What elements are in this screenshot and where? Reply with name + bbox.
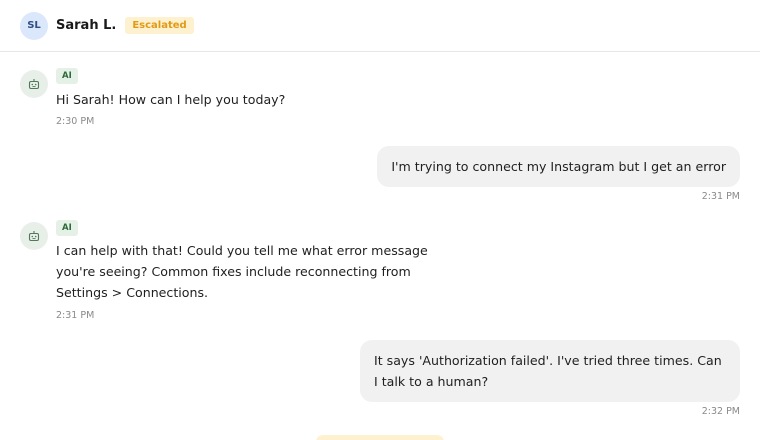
- message-timestamp: 2:31 PM: [56, 310, 95, 321]
- contact-name: Sarah L.: [56, 18, 117, 33]
- user-message-text: I'm trying to connect my Instagram but I…: [391, 159, 726, 174]
- message-timestamp: 2:31 PM: [701, 191, 740, 202]
- ai-message-text: Hi Sarah! How can I help you today?: [56, 92, 286, 107]
- escalation-notice: [316, 435, 444, 440]
- ai-message-text: I can help with that! Could you tell me …: [56, 243, 428, 300]
- user-message-bubble: I'm trying to connect my Instagram but I…: [377, 146, 740, 187]
- robot-icon: [20, 222, 48, 250]
- robot-icon: [20, 70, 48, 98]
- status-badge: Escalated: [125, 17, 194, 34]
- message-timestamp: 2:30 PM: [56, 116, 95, 127]
- message-timestamp: 2:32 PM: [701, 406, 740, 417]
- conversation-header: SL Sarah L. Escalated: [0, 0, 760, 52]
- avatar[interactable]: SL: [20, 11, 48, 40]
- user-message-bubble: It says 'Authorization failed'. I've tri…: [360, 340, 740, 402]
- user-message-text: It says 'Authorization failed'. I've tri…: [374, 353, 722, 389]
- ai-badge: AI: [56, 220, 78, 236]
- ai-badge: AI: [56, 68, 78, 84]
